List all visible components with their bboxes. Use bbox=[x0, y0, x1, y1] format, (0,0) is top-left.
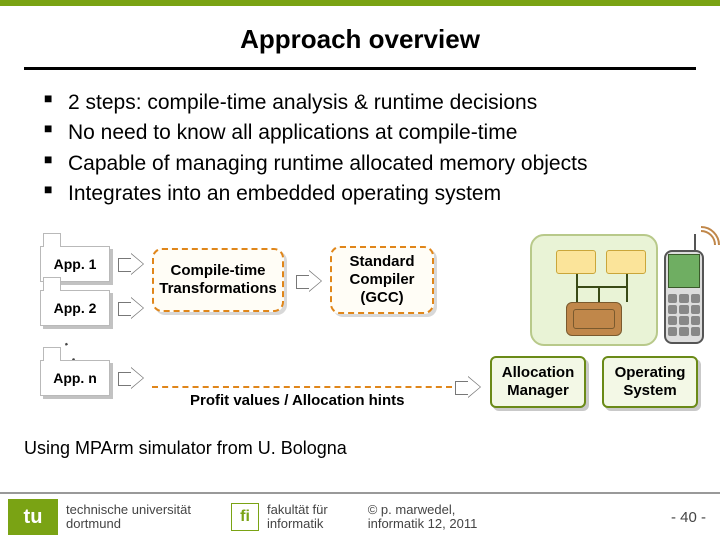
chip-big bbox=[566, 302, 622, 336]
title-underline bbox=[24, 67, 696, 70]
arrow-app1 bbox=[118, 255, 144, 273]
cr-line1: © p. marwedel, bbox=[368, 503, 478, 517]
appn-label: App. n bbox=[53, 370, 97, 386]
bullet-list: 2 steps: compile-time analysis & runtime… bbox=[50, 88, 684, 210]
copyright: © p. marwedel, informatik 12, 2011 bbox=[368, 503, 478, 532]
chip-small-1 bbox=[556, 250, 596, 274]
arrow-appn bbox=[118, 369, 144, 387]
wire-2 bbox=[626, 274, 628, 302]
phone-keypad bbox=[668, 294, 700, 336]
alloc-label: Allocation Manager bbox=[502, 364, 575, 400]
bullet-2: No need to know all applications at comp… bbox=[50, 118, 684, 148]
app2-label: App. 2 bbox=[54, 300, 97, 316]
os-label: Operating System bbox=[615, 364, 686, 400]
fak-line2: informatik bbox=[267, 517, 328, 531]
compile-time-label: Compile-time Transformations bbox=[159, 262, 277, 298]
tu-logo: tu bbox=[8, 499, 58, 535]
arrow-app2 bbox=[118, 299, 144, 317]
fi-logo: fi bbox=[231, 503, 259, 531]
app1-label: App. 1 bbox=[54, 256, 97, 272]
uni-line2: dortmund bbox=[66, 517, 191, 531]
wire-1 bbox=[576, 274, 578, 302]
gcc-box: Standard Compiler (GCC) bbox=[330, 246, 434, 314]
appn-box: App. n bbox=[40, 360, 110, 396]
phone-screen bbox=[668, 254, 700, 288]
gcc-label: Standard Compiler (GCC) bbox=[349, 253, 414, 307]
app2-box: App. 2 bbox=[40, 290, 110, 326]
simulator-note: Using MPArm simulator from U. Bologna bbox=[24, 438, 347, 459]
cr-line2: informatik 12, 2011 bbox=[368, 517, 478, 531]
fak-line1: fakultät für bbox=[267, 503, 328, 517]
bullet-4: Integrates into an embedded operating sy… bbox=[50, 179, 684, 209]
bullet-1: 2 steps: compile-time analysis & runtime… bbox=[50, 88, 684, 118]
university-name: technische universität dortmund bbox=[66, 503, 191, 532]
slide-title: Approach overview bbox=[0, 24, 720, 55]
top-accent-line bbox=[0, 0, 720, 6]
alloc-box: Allocation Manager bbox=[490, 356, 586, 408]
faculty-name: fakultät für informatik bbox=[267, 503, 328, 532]
phone-icon bbox=[664, 236, 704, 356]
compile-time-box: Compile-time Transformations bbox=[152, 248, 284, 312]
arrow-ctt-gcc bbox=[296, 272, 322, 290]
device-graphic bbox=[530, 240, 698, 350]
diagram: App. 1 App. 2 . . . App. n Compile-time … bbox=[0, 240, 720, 460]
page-number: - 40 - bbox=[671, 509, 706, 526]
uni-line1: technische universität bbox=[66, 503, 191, 517]
wire-3 bbox=[598, 286, 600, 302]
slide: Approach overview 2 steps: compile-time … bbox=[0, 0, 720, 540]
profit-label: Profit values / Allocation hints bbox=[190, 392, 404, 409]
wire-h bbox=[576, 286, 628, 288]
profit-line bbox=[152, 386, 452, 388]
chip-small-2 bbox=[606, 250, 646, 274]
os-box: Operating System bbox=[602, 356, 698, 408]
arrow-profit-alloc bbox=[455, 378, 481, 396]
footer: tu technische universität dortmund fi fa… bbox=[0, 492, 720, 540]
bullet-3: Capable of managing runtime allocated me… bbox=[50, 149, 684, 179]
